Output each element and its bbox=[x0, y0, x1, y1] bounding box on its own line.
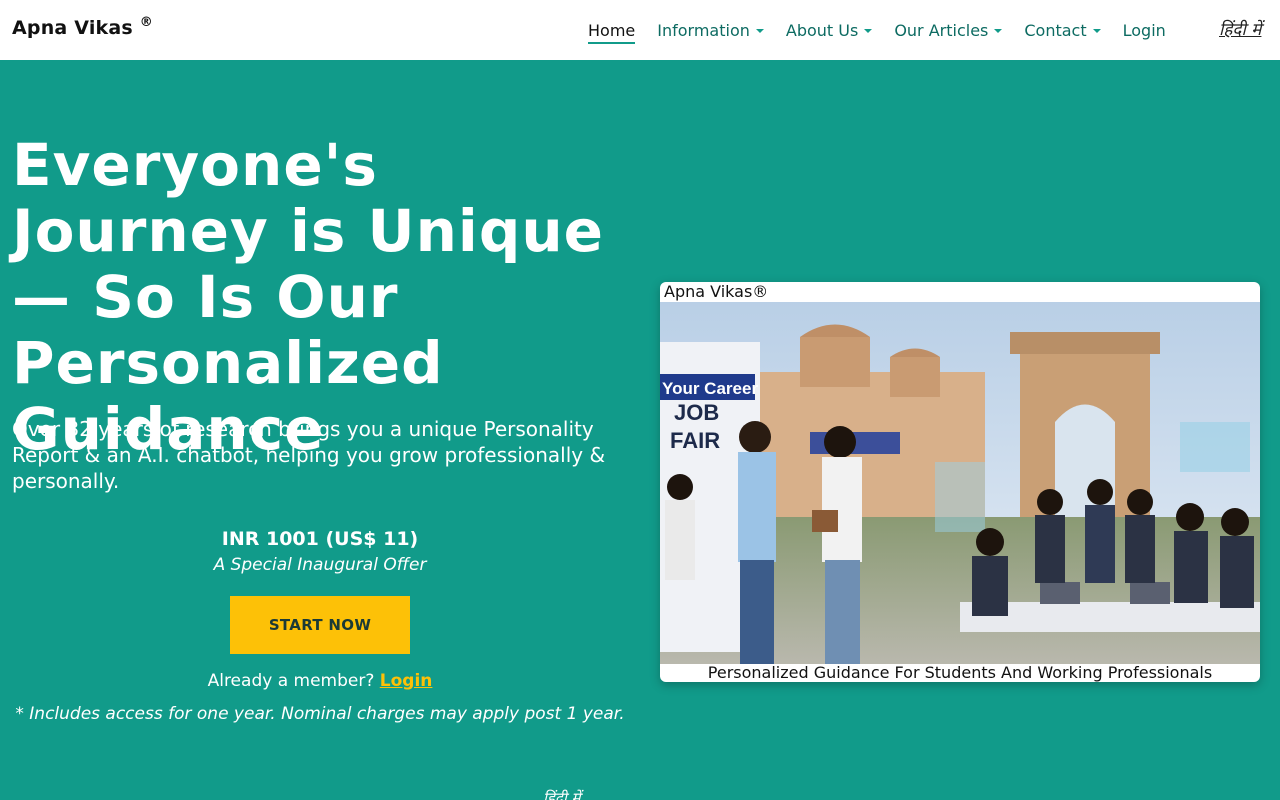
brand-logo[interactable]: Apna Vikas ® bbox=[12, 15, 153, 39]
nav-home[interactable]: Home bbox=[588, 0, 636, 60]
start-now-button[interactable]: START NOW bbox=[230, 596, 410, 654]
nav-information[interactable]: Information bbox=[657, 0, 764, 60]
price-label: INR 1001 (US$ 11) bbox=[221, 528, 419, 550]
nav-about-us[interactable]: About Us bbox=[785, 0, 873, 60]
member-prompt: Already a member? Login bbox=[12, 671, 628, 691]
nav-login[interactable]: Login bbox=[1123, 0, 1166, 60]
top-navbar: Apna Vikas ® Home Information About Us O… bbox=[0, 0, 1280, 60]
hindi-language-link-bottom[interactable]: हिंदी में bbox=[543, 788, 580, 800]
nav-our-articles[interactable]: Our Articles bbox=[894, 0, 1003, 60]
member-login-link[interactable]: Login bbox=[380, 671, 433, 691]
nav-home-label: Home bbox=[588, 20, 636, 40]
hero-illustration: Your Career JOB FAIR bbox=[660, 302, 1260, 664]
member-text: Already a member? bbox=[207, 671, 375, 691]
brand-name: Apna Vikas bbox=[12, 17, 133, 39]
card-brand: Apna Vikas® bbox=[664, 282, 769, 301]
sign-text-3: FAIR bbox=[670, 428, 720, 453]
caret-down-icon bbox=[755, 29, 764, 33]
nav-our-articles-label: Our Articles bbox=[894, 20, 989, 40]
card-caption: Personalized Guidance For Students And W… bbox=[707, 663, 1213, 682]
sign-text-2: JOB bbox=[674, 400, 719, 425]
nav-links: Home Information About Us Our Articles C… bbox=[588, 0, 1188, 60]
access-note: * Includes access for one year. Nominal … bbox=[15, 704, 625, 724]
nav-login-label: Login bbox=[1122, 20, 1166, 40]
hero-title: Everyone's Journey is Unique — So Is Our… bbox=[12, 131, 604, 463]
nav-about-us-label: About Us bbox=[785, 20, 859, 40]
hindi-language-link[interactable]: हिंदी में bbox=[1219, 17, 1261, 40]
nav-information-label: Information bbox=[657, 20, 750, 40]
caret-down-icon bbox=[994, 29, 1003, 33]
hero-image-card: Apna Vikas® Your Career JOB FAIR Persona… bbox=[660, 282, 1260, 682]
caret-down-icon bbox=[1092, 29, 1101, 33]
registered-mark: ® bbox=[139, 15, 153, 30]
nav-contact-label: Contact bbox=[1024, 20, 1087, 40]
hero-subtitle: Over 32 years of research brings you a u… bbox=[12, 417, 606, 493]
sign-text-1: Your Career bbox=[662, 379, 758, 398]
caret-down-icon bbox=[864, 29, 873, 33]
offer-label: A Special Inaugural Offer bbox=[213, 555, 427, 575]
nav-contact[interactable]: Contact bbox=[1024, 0, 1101, 60]
